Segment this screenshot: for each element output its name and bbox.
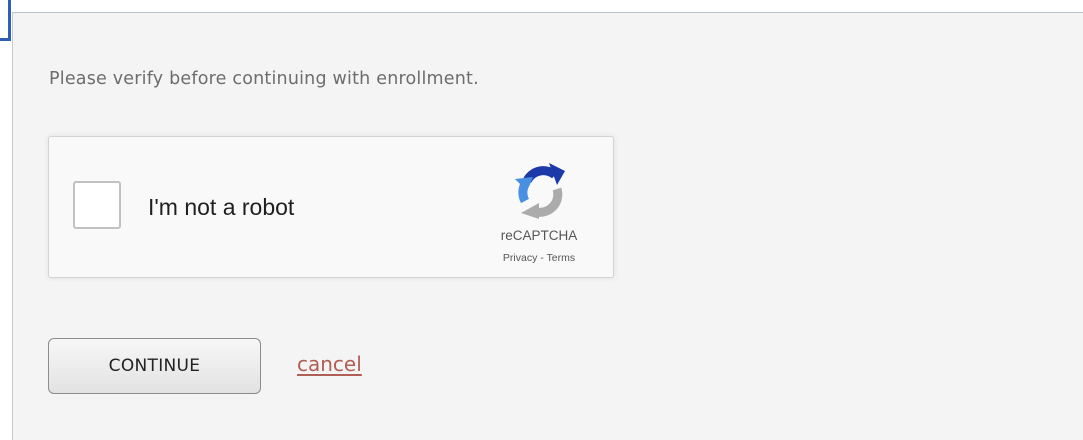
recaptcha-links-separator: -: [540, 252, 544, 264]
recaptcha-widget: I'm not a robot reCAPTCHA Privacy - Term…: [48, 136, 614, 278]
page: Please verify before continuing with enr…: [0, 0, 1083, 440]
recaptcha-privacy-link[interactable]: Privacy: [503, 252, 537, 264]
cancel-link[interactable]: cancel: [297, 352, 362, 376]
continue-button[interactable]: CONTINUE: [48, 338, 261, 394]
focus-corner-accent: [0, 0, 11, 41]
recaptcha-logo-icon: [515, 163, 565, 219]
recaptcha-links: Privacy - Terms: [459, 252, 619, 264]
recaptcha-brand-label: reCAPTCHA: [500, 228, 578, 243]
recaptcha-terms-link[interactable]: Terms: [547, 252, 576, 264]
not-a-robot-checkbox[interactable]: [73, 181, 121, 229]
not-a-robot-label[interactable]: I'm not a robot: [148, 194, 294, 221]
verification-instruction: Please verify before continuing with enr…: [49, 69, 479, 89]
